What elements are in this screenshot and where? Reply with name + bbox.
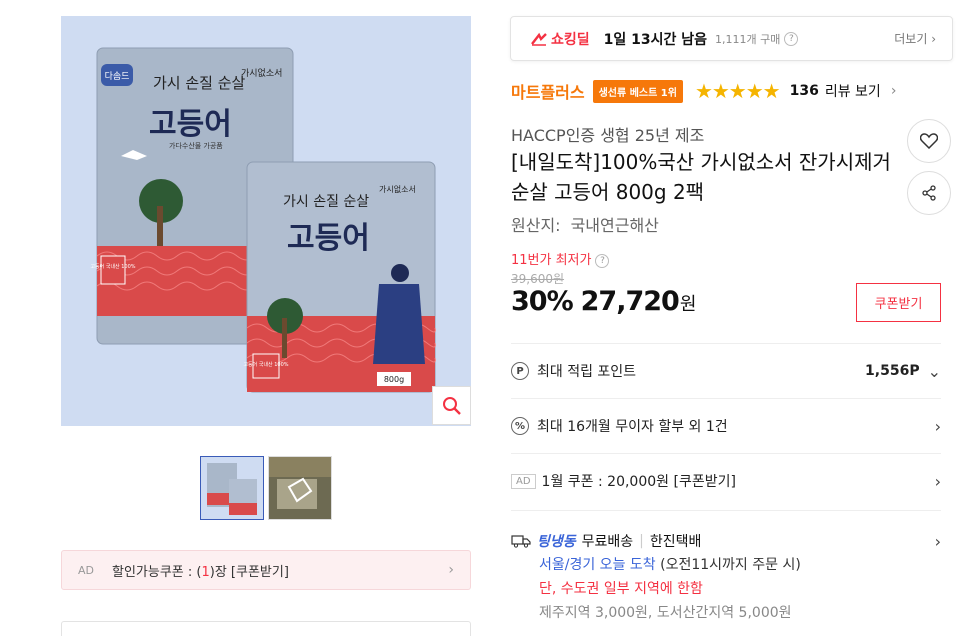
chevron-right-icon: › xyxy=(890,83,897,99)
monthly-coupon-label: 1월 쿠폰 : 20,000원 [쿠폰받기] xyxy=(541,474,736,490)
lowest-price-text: 11번가 최저가 xyxy=(511,253,592,268)
extra-shipping-fee: 제주지역 3,000원, 도서산간지역 5,000원 xyxy=(539,605,792,621)
origin-info: 원산지: 국내연근해산 xyxy=(511,212,659,236)
help-icon[interactable]: ? xyxy=(595,253,610,268)
points-icon: P xyxy=(511,362,529,380)
ad-coupon-suffix: )장 [쿠폰받기] xyxy=(209,564,289,580)
svg-text:가다수산물 가공품: 가다수산물 가공품 xyxy=(169,141,223,150)
thumbnail-2[interactable] xyxy=(268,456,332,520)
deal-purchase-count: 1,111개 구매 xyxy=(715,32,781,46)
currency-unit: 원 xyxy=(679,294,697,315)
shipping-info: 팅냉동 무료배송 | 한진택배 › 서울/경기 오늘 도착 (오전11시까지 주… xyxy=(511,510,941,625)
magnifier-icon xyxy=(442,396,461,415)
svg-text:가시 손질 순살: 가시 손질 순살 xyxy=(283,194,369,210)
thumbnail-1-image xyxy=(201,457,263,519)
truck-icon xyxy=(511,535,531,548)
arrival-info: 서울/경기 오늘 도착 (오전11시까지 주문 시) xyxy=(511,553,941,577)
product-illustration: 다솜드 가시 손질 순살 가시없소서 고등어 가다수산물 가공품 고등어 국내산… xyxy=(61,16,471,426)
percent-icon: % xyxy=(511,417,529,435)
monthly-coupon-right: › xyxy=(935,472,941,491)
svg-text:고등어 국내산 100%: 고등어 국내산 100% xyxy=(90,263,135,270)
svg-text:800g: 800g xyxy=(384,375,404,384)
help-icon[interactable]: ? xyxy=(784,31,799,46)
points-label: 최대 적립 포인트 xyxy=(537,364,637,380)
deal-time-left: 1일 13시간 남음 xyxy=(603,31,708,48)
chevron-right-icon: › xyxy=(448,562,454,578)
sale-price: 27,720 xyxy=(580,286,680,317)
brand-row: 마트플러스 생선류 베스트 1위 ★★★★★ 136 리뷰 보기 › xyxy=(511,78,951,104)
points-right: 1,556P ⌄ xyxy=(865,362,941,381)
best-badge: 생선류 베스트 1위 xyxy=(592,79,683,103)
monthly-coupon-row[interactable]: AD 1월 쿠폰 : 20,000원 [쿠폰받기] › xyxy=(511,453,941,508)
ad-coupon-text: 할인가능쿠폰 : (1)장 [쿠폰받기] xyxy=(112,561,448,580)
fast-frozen-logo: 팅냉동 xyxy=(537,534,576,550)
ad-label: AD xyxy=(511,473,536,489)
thumbnail-2-image xyxy=(269,457,331,519)
thumbnail-list xyxy=(200,456,332,520)
shipping-right: › xyxy=(935,532,941,551)
product-subtitle: HACCP인증 생협 25년 제조 xyxy=(511,126,705,145)
svg-text:다솜드: 다솜드 xyxy=(105,71,130,82)
ad-coupon-prefix: 할인가능쿠폰 : ( xyxy=(112,564,202,580)
shocking-deal-icon xyxy=(531,32,547,46)
chevron-right-icon: › xyxy=(934,471,941,491)
svg-text:고등어: 고등어 xyxy=(149,107,232,142)
shocking-deal-bar: 쇼킹딜 1일 13시간 남음 1,111개 구매 ? 더보기 › xyxy=(510,16,953,61)
shocking-deal-logo[interactable]: 쇼킹딜 xyxy=(531,29,590,49)
deal-more-link[interactable]: 더보기 › xyxy=(894,30,936,47)
arrival-text: 서울/경기 오늘 도착 xyxy=(539,557,656,573)
chevron-right-icon: › xyxy=(934,416,941,436)
zoom-button[interactable] xyxy=(432,386,471,425)
heart-icon xyxy=(920,133,938,149)
review-count: 136 xyxy=(789,83,819,99)
shipping-line[interactable]: 팅냉동 무료배송 | 한진택배 › xyxy=(511,529,941,553)
origin-value: 국내연근해산 xyxy=(570,216,659,235)
main-product-image[interactable]: 다솜드 가시 손질 순살 가시없소서 고등어 가다수산물 가공품 고등어 국내산… xyxy=(61,16,471,426)
ad-coupon-count: 1 xyxy=(201,564,210,580)
installment-row[interactable]: % 최대 16개월 무이자 할부 외 1건 › xyxy=(511,398,941,453)
shocking-deal-label: 쇼킹딜 xyxy=(551,31,590,48)
svg-text:고등어: 고등어 xyxy=(287,221,370,256)
review-link[interactable]: 리뷰 보기 xyxy=(825,81,881,101)
svg-text:가시 손질 순살: 가시 손질 순살 xyxy=(153,74,246,92)
discount-rate: 30% xyxy=(511,286,574,317)
product-title: [내일도착]100%국산 가시없소서 잔가시제거 순살 고등어 800g 2팩 xyxy=(511,150,891,204)
installment-right: › xyxy=(935,417,941,436)
separator: | xyxy=(639,533,644,549)
deal-more-label: 더보기 xyxy=(894,32,928,46)
ad-coupon-bar[interactable]: AD 할인가능쿠폰 : (1)장 [쿠폰받기] › xyxy=(61,550,471,590)
free-shipping-label: 무료배송 xyxy=(581,534,634,550)
seller-name[interactable]: 마트플러스 xyxy=(511,79,585,103)
lowest-price-label: 11번가 최저가? xyxy=(511,249,610,268)
thumbnail-1[interactable] xyxy=(200,456,264,520)
points-row[interactable]: P 최대 적립 포인트 1,556P ⌄ xyxy=(511,343,941,398)
points-value: 1,556P xyxy=(865,363,920,379)
coupon-button[interactable]: 쿠폰받기 xyxy=(856,283,941,322)
share-icon xyxy=(922,185,936,201)
rating-stars: ★★★★★ xyxy=(694,79,781,103)
arrival-note: (오전11시까지 주문 시) xyxy=(660,557,801,573)
shipping-warning: 단, 수도권 일부 지역에 한함 xyxy=(539,581,703,597)
svg-text:고등어 국내산 100%: 고등어 국내산 100% xyxy=(243,361,288,368)
original-price: 39,600원 xyxy=(511,272,565,286)
price-row: 30% 27,720 원 xyxy=(511,286,696,317)
installment-label: 최대 16개월 무이자 할부 외 1건 xyxy=(537,419,728,435)
svg-text:가시없소서: 가시없소서 xyxy=(379,185,416,194)
carrier-name: 한진택배 xyxy=(649,534,702,550)
package-front: 가시 손질 순살 가시없소서 고등어 고등어 국내산 100% 800g xyxy=(243,161,436,393)
chevron-right-icon: › xyxy=(934,531,941,551)
chevron-down-icon: ⌄ xyxy=(927,361,941,381)
wishlist-button[interactable] xyxy=(907,119,951,163)
share-button[interactable] xyxy=(907,171,951,215)
svg-text:가시없소서: 가시없소서 xyxy=(241,68,282,79)
ad-label: AD xyxy=(78,563,94,577)
bottom-panel xyxy=(61,621,471,636)
origin-label: 원산지: xyxy=(511,216,561,235)
